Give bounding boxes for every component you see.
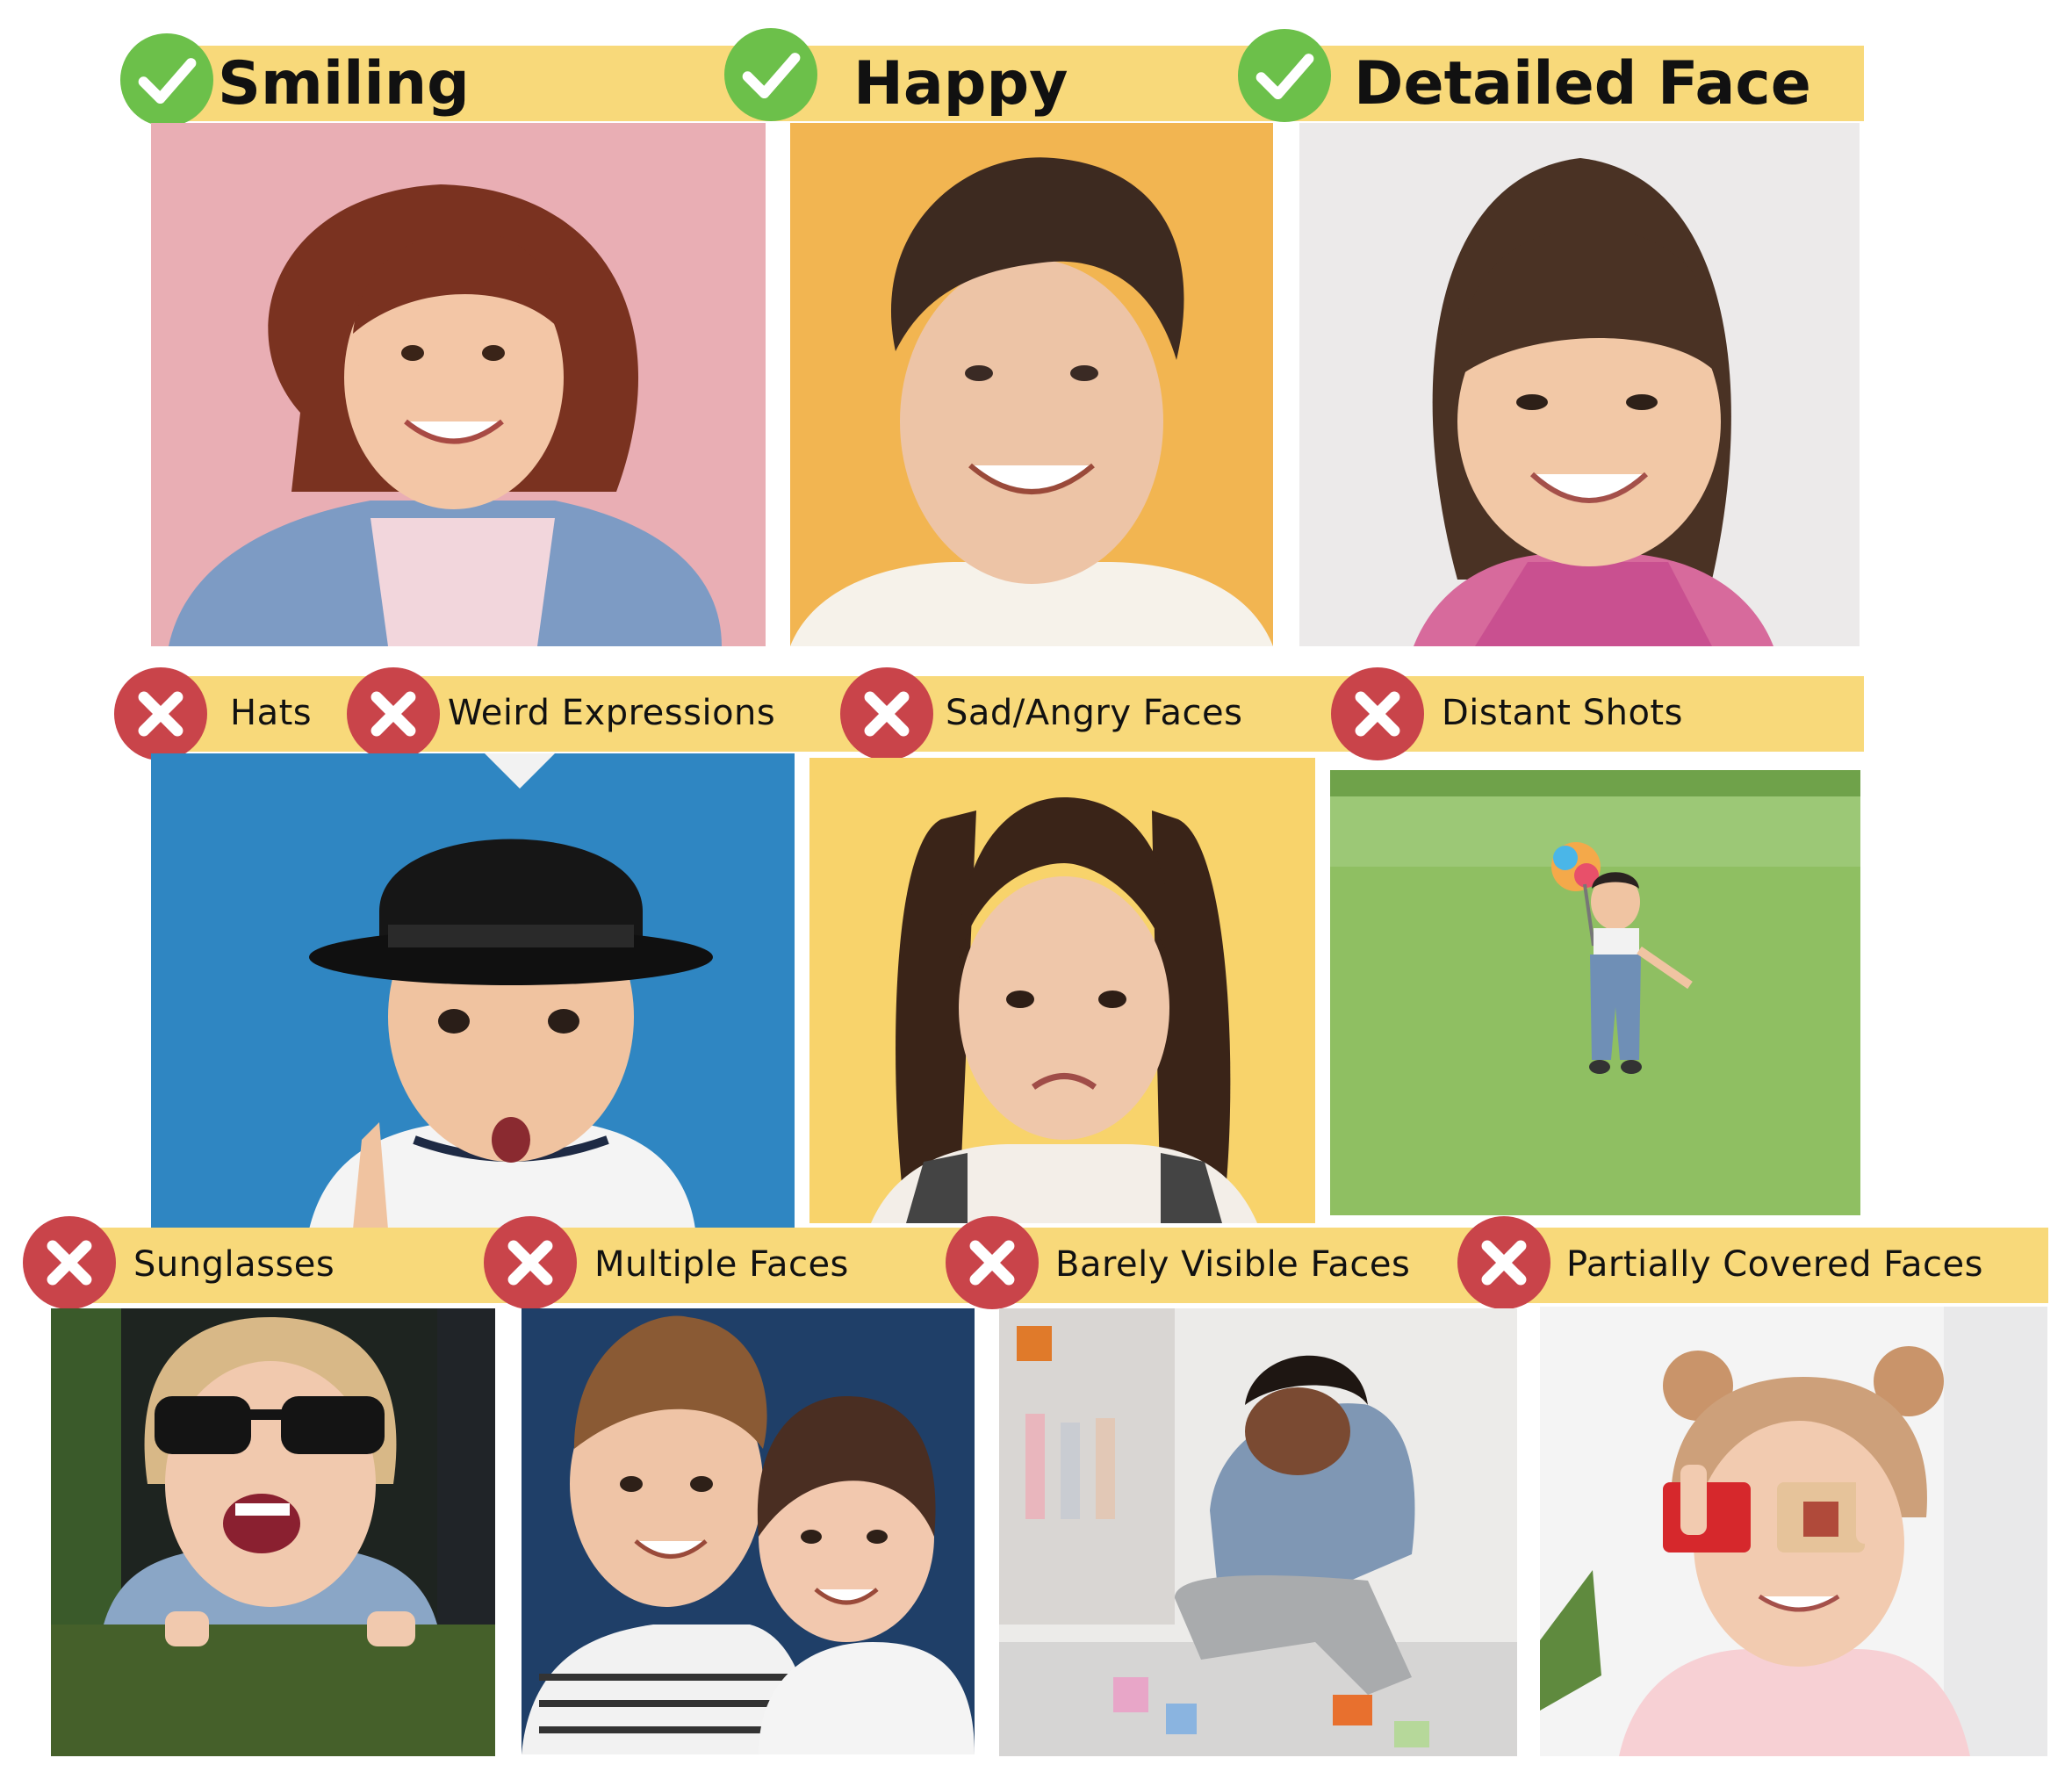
- photo-sunglasses-girl: [51, 1308, 495, 1756]
- cross-icon: [840, 667, 933, 760]
- cross-icon: [946, 1216, 1039, 1309]
- label-weird-expressions: Weird Expressions: [448, 693, 776, 733]
- label-partially-covered-faces: Partially Covered Faces: [1566, 1244, 1983, 1285]
- label-sad-angry-faces: Sad/Angry Faces: [946, 693, 1243, 733]
- photo-distant-shot-boy: [1330, 770, 1860, 1215]
- photo-multiple-faces-children: [522, 1308, 975, 1754]
- label-detailed-face: Detailed Face: [1354, 49, 1811, 119]
- photo-hats-weird-expression-boy: [151, 753, 795, 1229]
- check-icon: [724, 28, 817, 121]
- photo-smiling-girl: [151, 123, 766, 646]
- photo-partially-covered-face-girl: [1540, 1307, 2047, 1756]
- label-multiple-faces: Multiple Faces: [594, 1244, 849, 1285]
- cross-icon: [1457, 1216, 1550, 1309]
- cross-icon: [484, 1216, 577, 1309]
- label-happy: Happy: [853, 49, 1068, 119]
- photo-barely-visible-face-boy: [999, 1308, 1517, 1756]
- cross-icon: [114, 667, 207, 760]
- photo-happy-boy: [790, 123, 1273, 646]
- photo-detailed-face-girl: [1299, 123, 1860, 646]
- cross-icon: [23, 1216, 116, 1309]
- label-sunglasses: Sunglasses: [133, 1244, 335, 1285]
- label-barely-visible-faces: Barely Visible Faces: [1055, 1244, 1411, 1285]
- check-icon: [120, 33, 213, 126]
- label-hats: Hats: [230, 693, 313, 733]
- cross-icon: [1331, 667, 1424, 760]
- label-distant-shots: Distant Shots: [1442, 693, 1683, 733]
- check-icon: [1238, 29, 1331, 122]
- label-smiling: Smiling: [218, 49, 470, 119]
- photo-sad-angry-girl: [809, 758, 1315, 1223]
- cross-icon: [347, 667, 440, 760]
